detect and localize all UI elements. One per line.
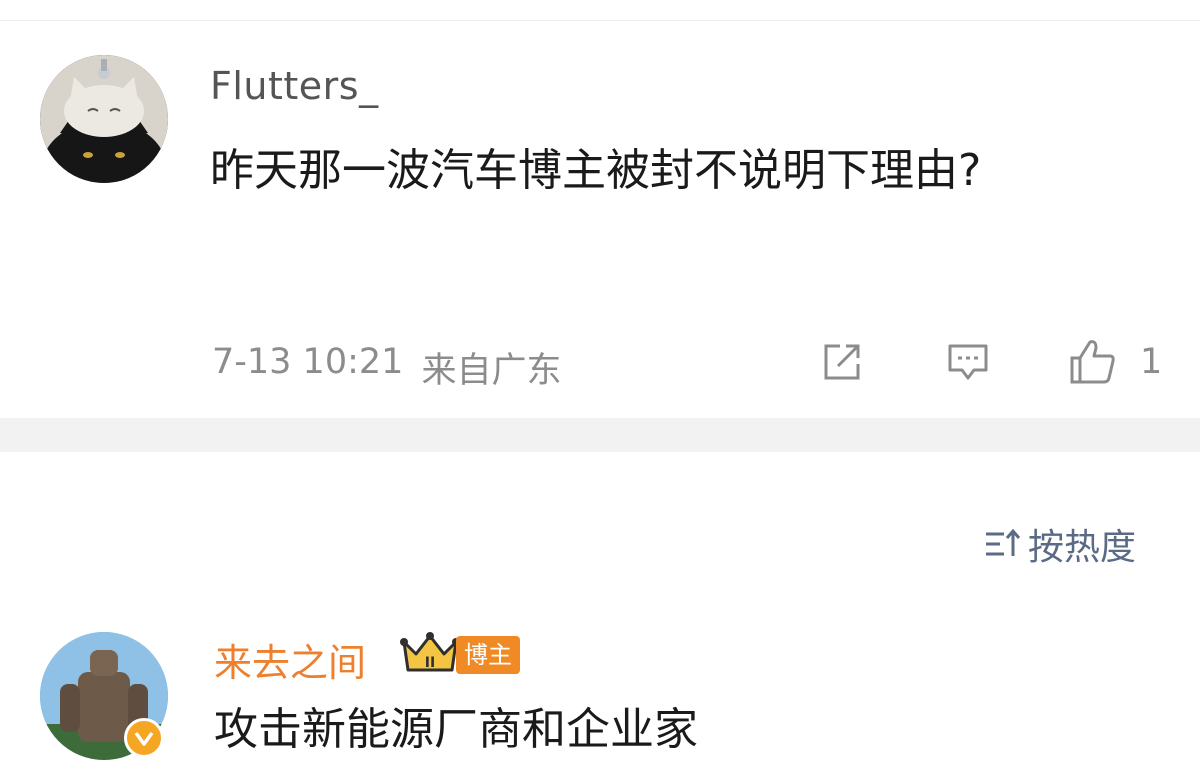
blogger-badge: 博主 [456,636,520,674]
section-separator [0,418,1200,452]
post-meta: 7-13 10:21 来自广东 [212,342,561,393]
post-timestamp: 7-13 10:21 [212,342,404,382]
post-content: 昨天那一波汽车博主被封不说明下理由? [210,145,982,196]
sort-icon [982,526,1022,562]
commenter-username[interactable]: 来去之间 [214,632,366,687]
like-count: 1 [1140,342,1163,382]
post-card: Flutters_ 昨天那一波汽车博主被封不说明下理由? 7-13 10:21 … [0,0,1200,418]
share-icon[interactable] [818,338,866,386]
comment-text: 攻击新能源厂商和企业家 [214,704,698,755]
post-username[interactable]: Flutters_ [210,64,379,108]
crown-level-icon: II [400,630,460,680]
post-location: 来自广东 [421,351,562,391]
comment-icon[interactable] [944,338,992,386]
sort-label: 按热度 [1028,527,1137,568]
svg-text:II: II [425,655,435,671]
verified-badge-icon [124,718,164,758]
user-avatar[interactable] [40,55,168,183]
sort-by-hot-button[interactable]: 按热度 [982,518,1136,570]
like-icon[interactable] [1066,334,1120,388]
